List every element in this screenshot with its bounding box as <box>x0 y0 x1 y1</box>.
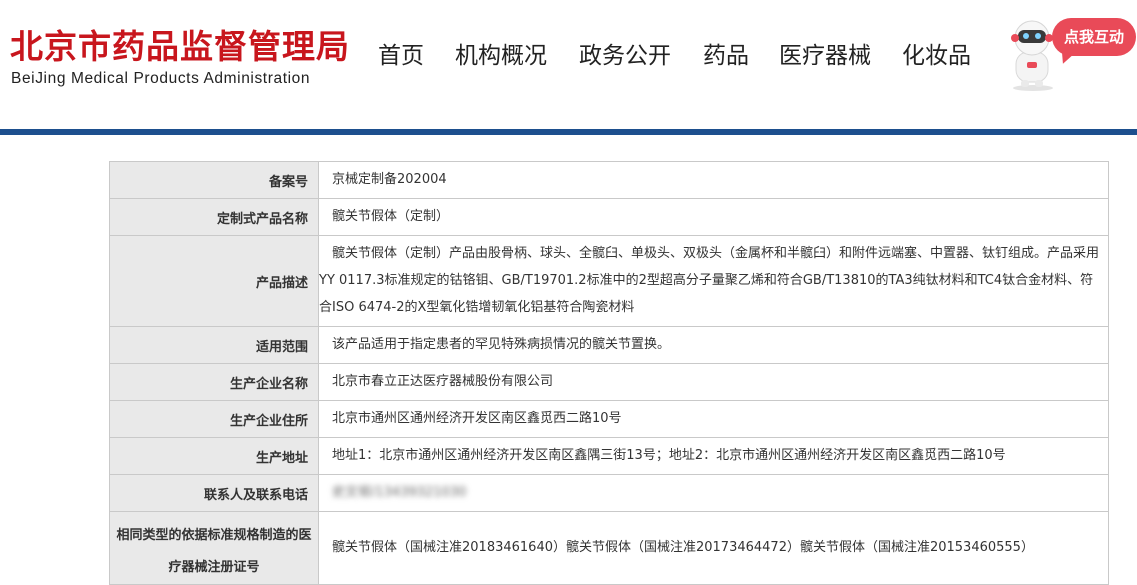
site-header: 北京市药品监督管理局 BeiJing Medical Products Admi… <box>0 0 1137 135</box>
header-divider-bar <box>0 129 1137 135</box>
table-row: 备案号 京械定制备202004 <box>109 161 1109 199</box>
table-row: 生产企业住所 北京市通州区通州经济开发区南区鑫觅西二路10号 <box>109 400 1109 438</box>
row-label: 产品描述 <box>109 235 319 327</box>
nav-medical-devices[interactable]: 医疗器械 <box>779 36 871 70</box>
nav-cosmetics[interactable]: 化妆品 <box>902 36 971 70</box>
table-row: 联系人及联系电话 史文邨/13439321030 <box>109 474 1109 512</box>
row-value: 该产品适用于指定患者的罕见特殊病损情况的髋关节置换。 <box>318 326 1109 364</box>
interact-button[interactable]: 点我互动 <box>1052 18 1136 56</box>
nav-home[interactable]: 首页 <box>378 36 424 70</box>
table-row: 产品描述 髋关节假体（定制）产品由股骨柄、球头、全髋臼、单极头、双极头（金属杯和… <box>109 235 1109 327</box>
row-label: 适用范围 <box>109 326 319 364</box>
row-label: 生产企业名称 <box>109 363 319 401</box>
row-label: 生产企业住所 <box>109 400 319 438</box>
row-value: 髋关节假体（国械注准20183461640）髋关节假体（国械注准20173464… <box>318 511 1109 585</box>
site-logo-english[interactable]: BeiJing Medical Products Administration <box>11 70 310 88</box>
row-value: 髋关节假体（定制） <box>318 198 1109 236</box>
nav-drugs[interactable]: 药品 <box>703 36 749 70</box>
contact-value-blurred: 史文邨/13439321030 <box>332 485 467 500</box>
row-value: 北京市通州区通州经济开发区南区鑫觅西二路10号 <box>318 400 1109 438</box>
table-row: 生产地址 地址1：北京市通州区通州经济开发区南区鑫隅三街13号；地址2：北京市通… <box>109 437 1109 475</box>
row-label: 生产地址 <box>109 437 319 475</box>
row-label: 相同类型的依据标准规格制造的医疗器械注册证号 <box>109 511 319 585</box>
row-value: 北京市春立正达医疗器械股份有限公司 <box>318 363 1109 401</box>
table-row: 适用范围 该产品适用于指定患者的罕见特殊病损情况的髋关节置换。 <box>109 326 1109 364</box>
row-label: 备案号 <box>109 161 319 199</box>
nav-about[interactable]: 机构概况 <box>455 36 547 70</box>
row-value: 髋关节假体（定制）产品由股骨柄、球头、全髋臼、单极头、双极头（金属杯和半髋臼）和… <box>318 235 1109 327</box>
row-value: 史文邨/13439321030 <box>318 474 1109 512</box>
row-label: 联系人及联系电话 <box>109 474 319 512</box>
table-row: 生产企业名称 北京市春立正达医疗器械股份有限公司 <box>109 363 1109 401</box>
nav-government-affairs[interactable]: 政务公开 <box>579 36 671 70</box>
table-row: 相同类型的依据标准规格制造的医疗器械注册证号 髋关节假体（国械注准2018346… <box>109 511 1109 585</box>
record-detail-table: 备案号 京械定制备202004 定制式产品名称 髋关节假体（定制） 产品描述 髋… <box>109 161 1109 585</box>
row-label: 定制式产品名称 <box>109 198 319 236</box>
site-logo-chinese[interactable]: 北京市药品监督管理局 <box>10 20 350 68</box>
row-value: 京械定制备202004 <box>318 161 1109 199</box>
row-value: 地址1：北京市通州区通州经济开发区南区鑫隅三街13号；地址2：北京市通州区通州经… <box>318 437 1109 475</box>
table-row: 定制式产品名称 髋关节假体（定制） <box>109 198 1109 236</box>
